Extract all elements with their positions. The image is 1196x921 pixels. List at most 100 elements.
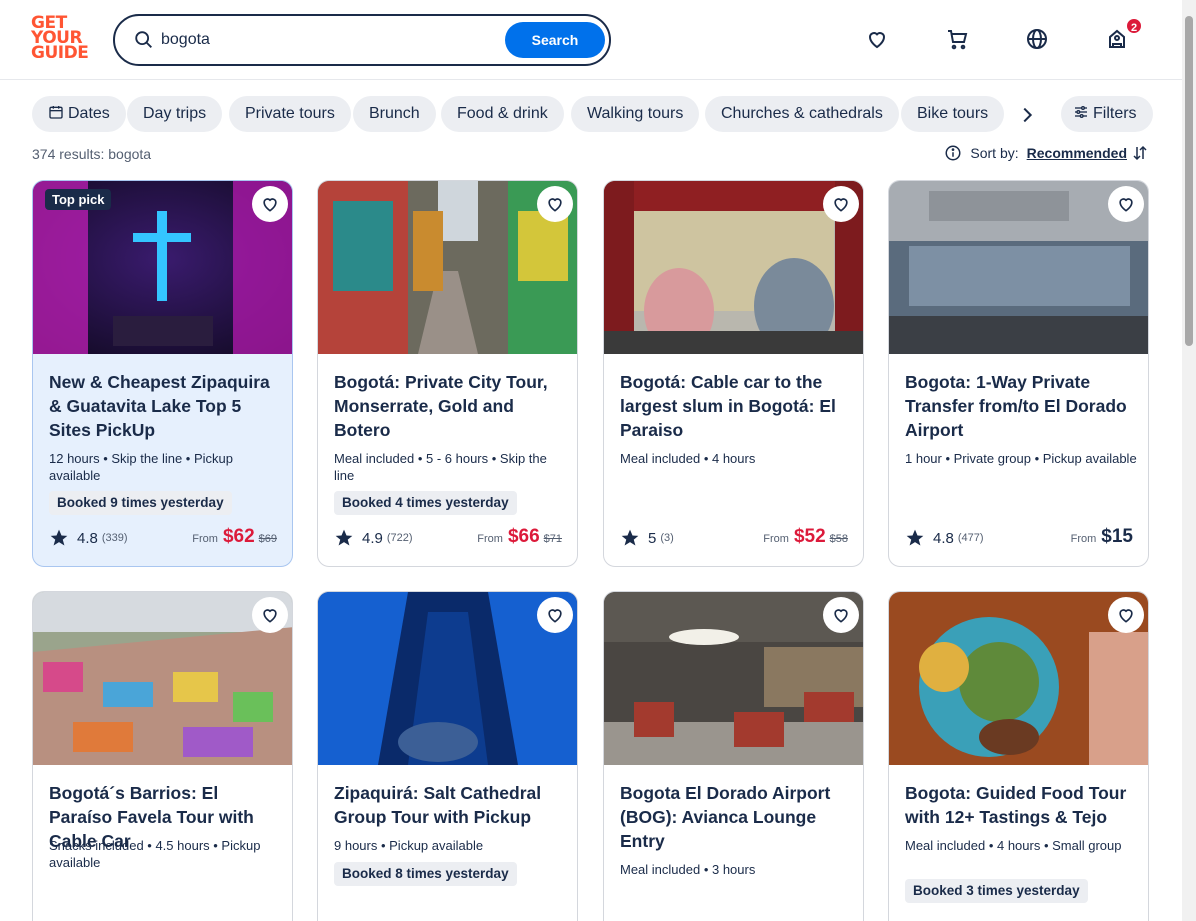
activity-card[interactable]: Top pick New & Cheapest Zipaquira & Guat… <box>32 180 293 567</box>
filters-button[interactable]: Filters <box>1061 96 1153 132</box>
card-title[interactable]: Bogotá: Cable car to the largest slum in… <box>620 370 852 442</box>
search-bar: Search <box>113 14 611 66</box>
star-icon <box>906 529 924 546</box>
price-value: $52 <box>793 526 826 547</box>
wishlist-button[interactable] <box>823 597 859 633</box>
chip-walking-tours[interactable]: Walking tours <box>571 96 700 132</box>
price-from-label: From <box>477 533 503 545</box>
sort-label: Sort by: <box>970 145 1019 161</box>
search-icon <box>135 31 152 48</box>
sort-value[interactable]: Recommended <box>1027 145 1127 161</box>
sort-control[interactable]: Sort by: Recommended <box>944 144 1149 162</box>
card-title[interactable]: Bogotá: Private City Tour, Monserrate, G… <box>334 370 566 442</box>
booked-badge: Booked 8 times yesterday <box>334 862 517 886</box>
price: From $15 <box>1071 526 1133 548</box>
card-meta: Meal included • 4 hours • Small group <box>905 838 1122 853</box>
original-price: $69 <box>258 533 277 545</box>
activity-card[interactable]: Bogotá: Cable car to the largest slum in… <box>603 180 864 567</box>
chip-label: Churches & cathedrals <box>721 105 883 122</box>
card-meta: 12 hours • Skip the line • Pickup availa… <box>49 451 233 483</box>
wishlist-button[interactable] <box>1108 186 1144 222</box>
activity-card[interactable]: Bogotá: Private City Tour, Monserrate, G… <box>317 180 578 567</box>
chip-label: Food & drink <box>457 105 548 122</box>
wishlist-button[interactable] <box>537 186 573 222</box>
card-title[interactable]: Bogota El Dorado Airport (BOG): Avianca … <box>620 781 852 853</box>
card-meta: Meal included • 5 - 6 hours • Skip the l… <box>334 451 547 483</box>
wishlist-button[interactable] <box>1108 597 1144 633</box>
chip-label: Brunch <box>369 105 420 122</box>
wishlist-button[interactable] <box>252 186 288 222</box>
getyourguide-logo[interactable]: GET YOUR GUIDE <box>31 15 91 64</box>
booked-badge: Booked 3 times yesterday <box>905 879 1088 903</box>
activity-card[interactable]: Bogotá´s Barrios: El Paraíso Favela Tour… <box>32 591 293 921</box>
calendar-icon <box>49 106 63 119</box>
activity-card[interactable]: Bogota: 1-Way Private Transfer from/to E… <box>888 180 1149 567</box>
globe-icon[interactable] <box>1024 26 1050 52</box>
wishlist-button[interactable] <box>252 597 288 633</box>
info-icon[interactable] <box>944 144 962 162</box>
booked-badge: Booked 4 times yesterday <box>334 491 517 515</box>
card-title[interactable]: Bogota: Guided Food Tour with 12+ Tastin… <box>905 781 1137 829</box>
review-count: (722) <box>386 532 413 544</box>
rating: 5 (3) <box>620 528 674 548</box>
chip-food-drink[interactable]: Food & drink <box>441 96 564 132</box>
review-count: (3) <box>660 532 674 544</box>
card-title[interactable]: Zipaquirá: Salt Cathedral Group Tour wit… <box>334 781 566 829</box>
heart-icon <box>263 198 277 212</box>
chip-label: Day trips <box>143 105 207 122</box>
cart-icon[interactable] <box>944 26 970 52</box>
wishlist-button[interactable] <box>537 597 573 633</box>
heart-icon <box>834 609 848 623</box>
chip-label: Dates <box>68 105 110 122</box>
activity-card[interactable]: Bogota El Dorado Airport (BOG): Avianca … <box>603 591 864 921</box>
chip-bike-tours[interactable]: Bike tours <box>901 96 1005 132</box>
chip-brunch[interactable]: Brunch <box>353 96 436 132</box>
card-meta: Meal included • 3 hours <box>620 862 756 877</box>
card-title[interactable]: Bogota: 1-Way Private Transfer from/to E… <box>905 370 1137 442</box>
rating: 4.8 (477) <box>905 528 984 548</box>
chip-churches-cathedrals[interactable]: Churches & cathedrals <box>705 96 899 132</box>
review-count: (339) <box>101 532 128 544</box>
heart-icon <box>1119 198 1133 212</box>
results-count: 374 results: bogota <box>32 146 152 162</box>
original-price: $71 <box>543 533 562 545</box>
chip-label: Bike tours <box>917 105 989 122</box>
star-icon <box>621 529 639 546</box>
chip-private-tours[interactable]: Private tours <box>229 96 351 132</box>
rating-value: 4.9 <box>362 529 383 547</box>
rating-value: 4.8 <box>933 529 954 547</box>
rating-value: 5 <box>648 529 657 547</box>
price-from-label: From <box>763 533 789 545</box>
price-from-label: From <box>1070 533 1097 545</box>
wishlist-button[interactable] <box>823 186 859 222</box>
chip-label: Walking tours <box>587 105 684 122</box>
activity-card[interactable]: Zipaquirá: Salt Cathedral Group Tour wit… <box>317 591 578 921</box>
chevron-right-icon[interactable] <box>1016 104 1038 126</box>
page-scrollbar[interactable] <box>1182 0 1196 921</box>
rating-value: 4.8 <box>77 529 98 547</box>
price-value: $15 <box>1101 526 1133 547</box>
search-input[interactable] <box>161 28 461 52</box>
wishlist-heart-icon[interactable] <box>864 26 890 52</box>
activity-card[interactable]: Bogota: Guided Food Tour with 12+ Tastin… <box>888 591 1149 921</box>
card-title[interactable]: New & Cheapest Zipaquira & Guatavita Lak… <box>49 370 281 442</box>
search-button[interactable]: Search <box>505 22 605 58</box>
heart-icon <box>1119 609 1133 623</box>
booked-badge: Booked 9 times yesterday <box>49 491 232 515</box>
price: From $62 $69 <box>192 526 277 548</box>
review-count: (477) <box>957 532 984 544</box>
rating: 4.8 (339) <box>49 528 128 548</box>
card-meta: Snacks included • 4.5 hours • Pickup ava… <box>49 838 261 870</box>
top-pick-badge: Top pick <box>45 189 112 210</box>
original-price: $58 <box>829 533 848 545</box>
top-header: GET YOUR GUIDE Search 2 <box>0 0 1182 80</box>
price: From $66 $71 <box>477 526 562 548</box>
filters-label: Filters <box>1093 105 1137 122</box>
chip-day-trips[interactable]: Day trips <box>127 96 223 132</box>
rating: 4.9 (722) <box>334 528 413 548</box>
chip-dates[interactable]: Dates <box>32 96 126 132</box>
sort-arrows-icon[interactable] <box>1131 144 1149 162</box>
notification-badge: 2 <box>1125 17 1143 35</box>
scroll-thumb[interactable] <box>1185 16 1193 346</box>
logo-line-3: GUIDE <box>31 43 89 63</box>
